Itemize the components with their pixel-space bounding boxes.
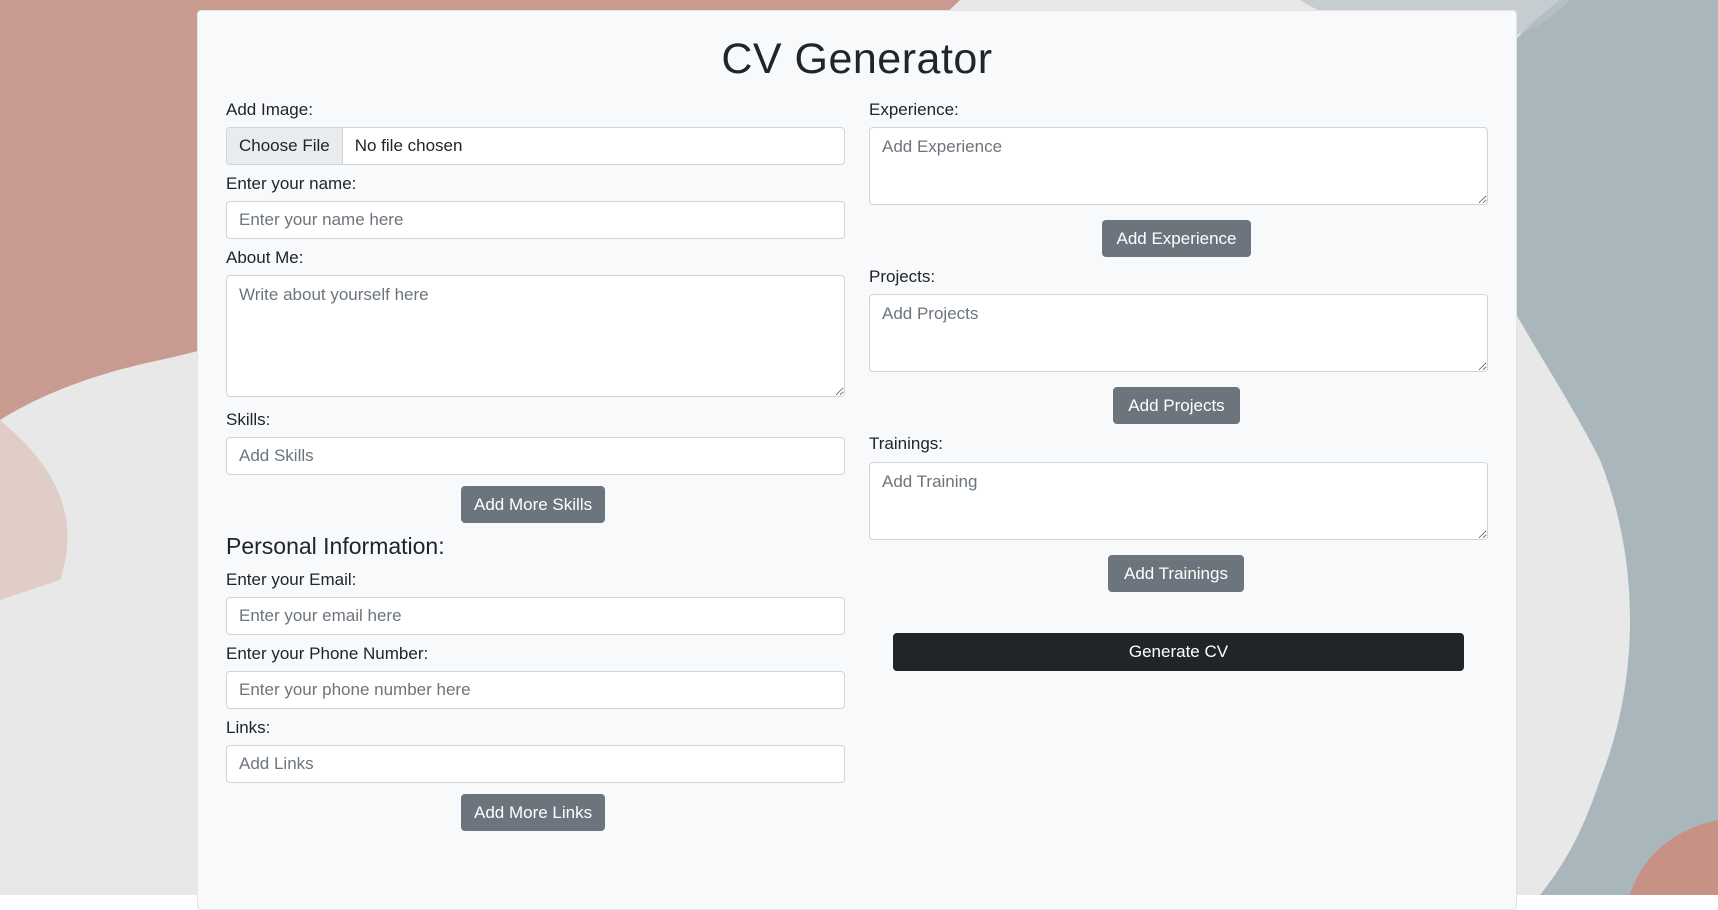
name-label: Enter your name:	[226, 174, 357, 193]
links-input[interactable]	[226, 745, 845, 783]
experience-textarea[interactable]	[869, 127, 1488, 205]
image-label: Add Image:	[226, 100, 313, 119]
generate-cv-button[interactable]: Generate CV	[893, 633, 1464, 671]
cv-form-card: CV Generator Add Image: Choose File No f…	[197, 10, 1517, 910]
trainings-label: Trainings:	[869, 434, 944, 453]
skills-label: Skills:	[226, 410, 271, 429]
projects-label: Projects:	[869, 267, 936, 286]
email-input[interactable]	[226, 597, 845, 635]
add-more-skills-button[interactable]: Add More Skills	[461, 486, 605, 523]
skills-input[interactable]	[226, 437, 845, 475]
image-file-input[interactable]: Choose File No file chosen	[226, 127, 845, 165]
add-more-links-button[interactable]: Add More Links	[461, 794, 605, 831]
name-input[interactable]	[226, 201, 845, 239]
trainings-textarea[interactable]	[869, 462, 1488, 540]
phone-label: Enter your Phone Number:	[226, 644, 429, 663]
personal-info-heading: Personal Information:	[226, 533, 445, 559]
page-title: CV Generator	[721, 35, 993, 83]
experience-label: Experience:	[869, 100, 959, 119]
email-label: Enter your Email:	[226, 570, 357, 589]
projects-textarea[interactable]	[869, 294, 1488, 372]
add-projects-button[interactable]: Add Projects	[1113, 387, 1240, 424]
add-experience-button[interactable]: Add Experience	[1102, 220, 1251, 257]
choose-file-button[interactable]: Choose File	[227, 128, 343, 164]
add-trainings-button[interactable]: Add Trainings	[1108, 555, 1244, 592]
file-status-text: No file chosen	[354, 136, 463, 155]
links-label: Links:	[226, 718, 271, 737]
about-label: About Me:	[226, 248, 304, 267]
phone-input[interactable]	[226, 671, 845, 709]
about-textarea[interactable]	[226, 275, 845, 397]
